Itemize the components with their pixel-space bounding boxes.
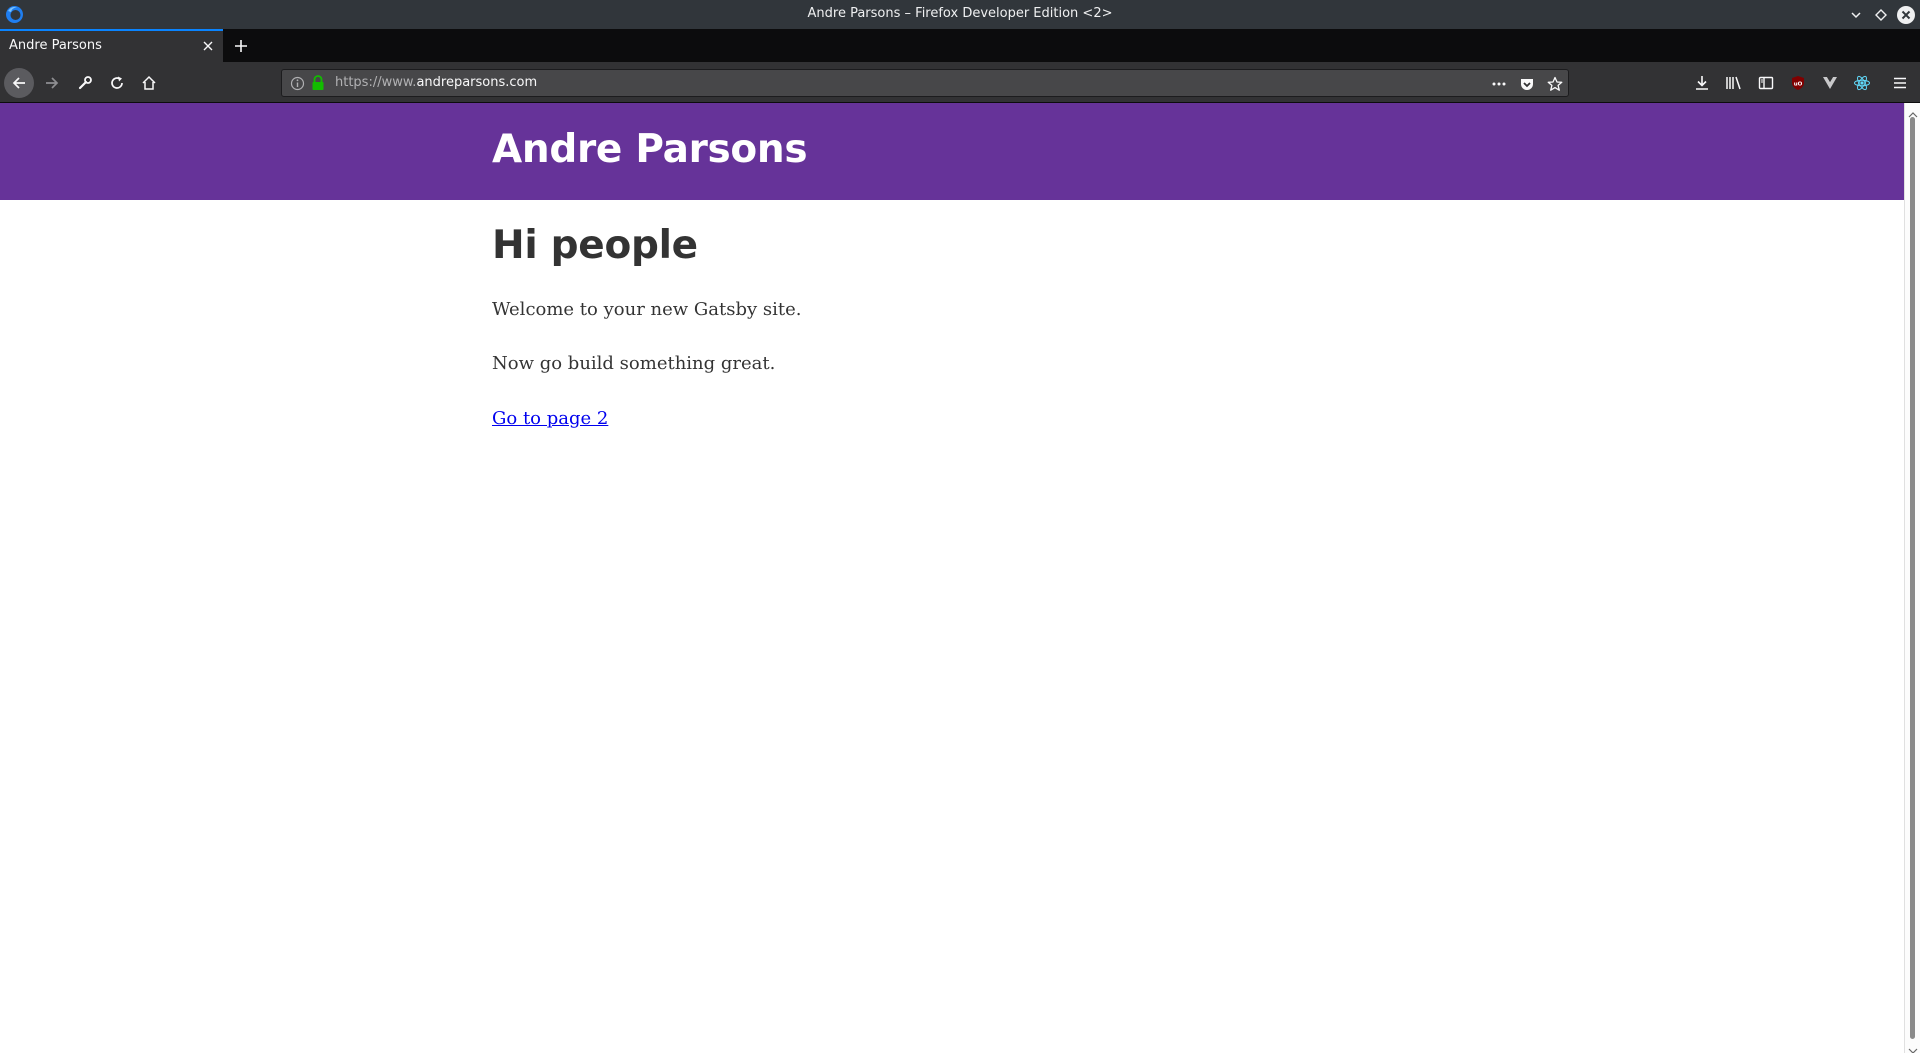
url-host: andreparsons.com: [416, 75, 538, 90]
tab-strip: Andre Parsons: [0, 29, 1920, 62]
window-titlebar: Andre Parsons – Firefox Developer Editio…: [0, 0, 1920, 29]
minimize-icon[interactable]: [1846, 5, 1866, 25]
window-title: Andre Parsons – Firefox Developer Editio…: [807, 6, 1113, 21]
pocket-icon[interactable]: [1517, 74, 1537, 94]
tab-close-icon[interactable]: [200, 38, 216, 54]
library-icon[interactable]: [1719, 68, 1749, 98]
vertical-scrollbar[interactable]: [1904, 103, 1920, 1053]
tab-label: Andre Parsons: [9, 38, 102, 53]
vue-devtools-icon[interactable]: [1815, 68, 1845, 98]
more-actions-icon[interactable]: [1489, 74, 1509, 94]
svg-text:uO: uO: [1794, 82, 1803, 88]
home-icon[interactable]: [134, 68, 164, 98]
hamburger-menu-icon[interactable]: [1885, 68, 1915, 98]
navigation-toolbar: https://www.andreparsons.com uO: [0, 62, 1920, 103]
site-title-link[interactable]: Andre Parsons: [492, 127, 808, 172]
scroll-up-icon[interactable]: [1908, 105, 1918, 118]
go-to-page-2-link[interactable]: Go to page 2: [492, 408, 608, 429]
build-paragraph: Now go build something great.: [492, 353, 776, 375]
page-viewport: Andre Parsons Hi people Welcome to your …: [0, 103, 1904, 1053]
lock-icon[interactable]: [311, 75, 325, 91]
ublock-origin-icon[interactable]: uO: [1783, 68, 1813, 98]
bookmark-star-icon[interactable]: [1545, 74, 1565, 94]
maximize-icon[interactable]: [1871, 5, 1891, 25]
react-devtools-icon[interactable]: [1847, 68, 1877, 98]
site-header: Andre Parsons: [0, 103, 1904, 200]
tab-andre-parsons[interactable]: Andre Parsons: [0, 29, 223, 62]
main-content: Hi people Welcome to your new Gatsby sit…: [492, 223, 1452, 429]
new-tab-plus-icon[interactable]: [229, 34, 253, 58]
wrench-icon[interactable]: [70, 68, 100, 98]
downloads-icon[interactable]: [1687, 68, 1717, 98]
site-info-icon[interactable]: [290, 76, 305, 91]
page-heading: Hi people: [492, 223, 698, 268]
close-icon[interactable]: [1896, 5, 1916, 25]
url-bar[interactable]: https://www.andreparsons.com: [281, 69, 1569, 97]
forward-arrow-icon[interactable]: [37, 68, 67, 98]
url-text[interactable]: https://www.andreparsons.com: [335, 75, 537, 90]
back-arrow-icon[interactable]: [4, 68, 34, 98]
sidebar-icon[interactable]: [1751, 68, 1781, 98]
welcome-paragraph: Welcome to your new Gatsby site.: [492, 298, 802, 320]
scrollbar-thumb[interactable]: [1910, 117, 1915, 1039]
scroll-down-icon[interactable]: [1908, 1041, 1918, 1053]
reload-icon[interactable]: [102, 68, 132, 98]
url-scheme: https://www.: [335, 75, 417, 90]
